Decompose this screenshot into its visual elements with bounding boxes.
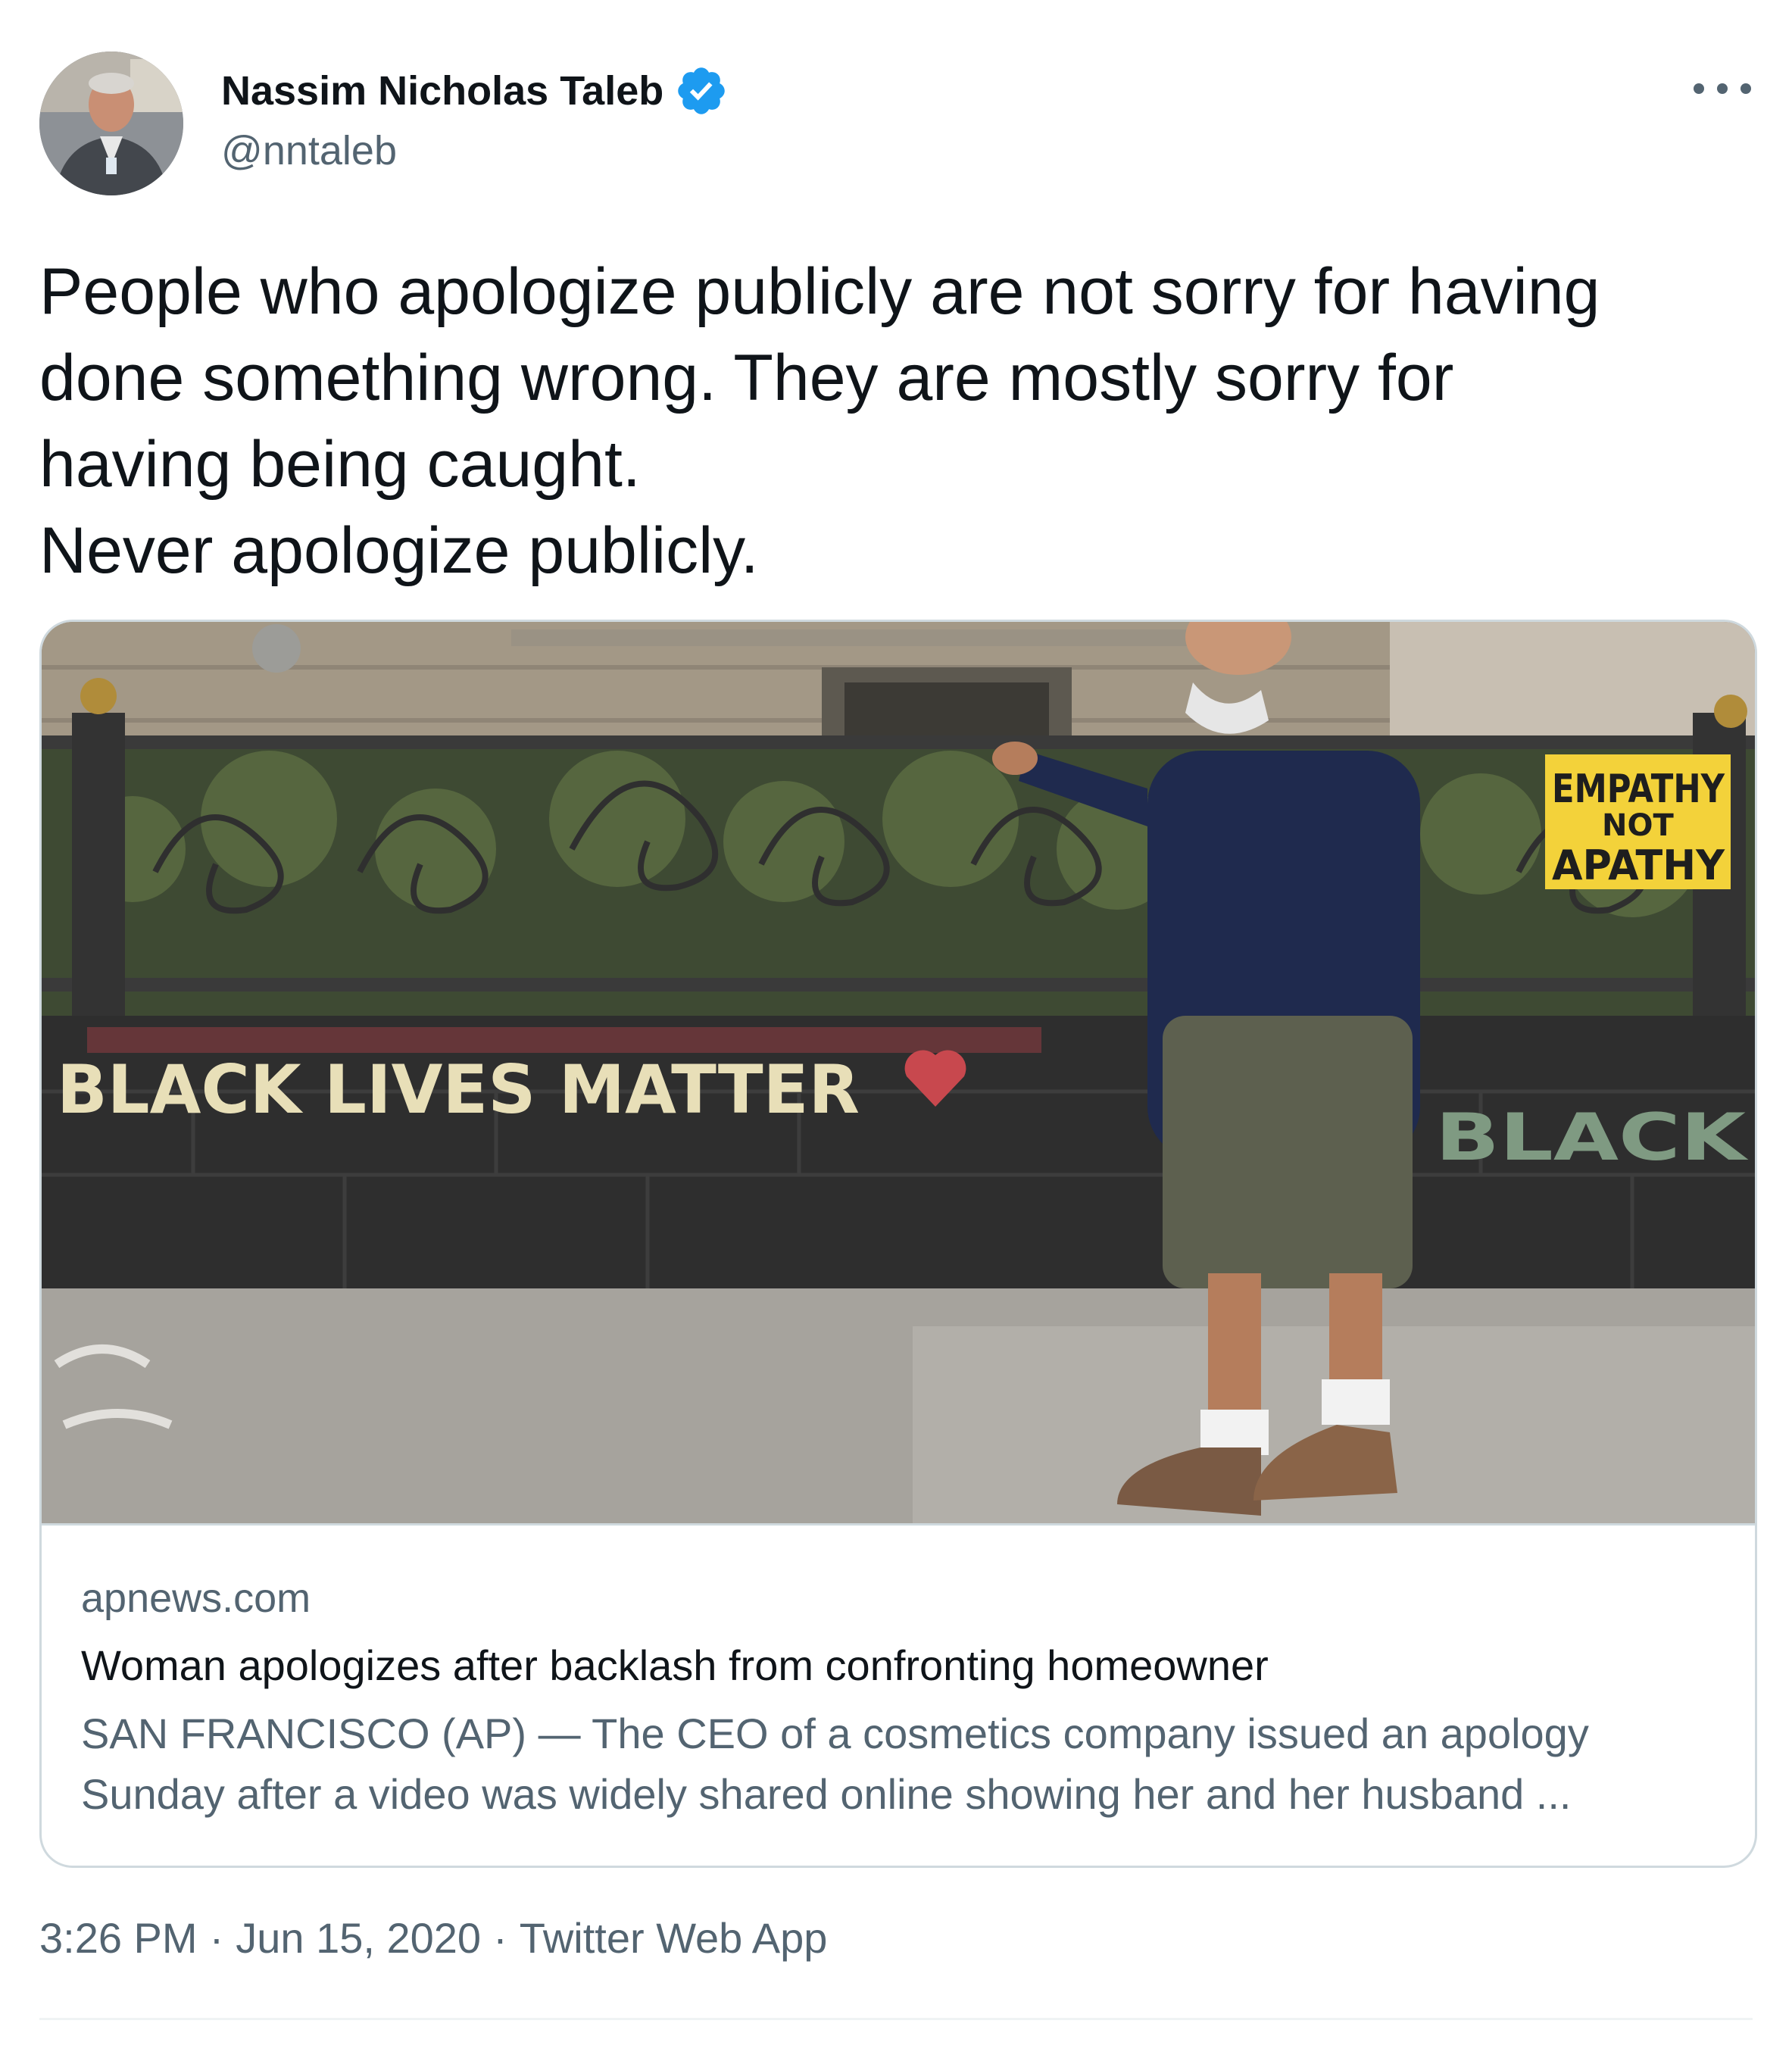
photo-sign-line1: EMPATHY — [1552, 767, 1725, 812]
tweet-text-line: done something wrong. They are mostly so… — [39, 342, 1454, 414]
card-divider — [42, 1523, 1755, 1526]
photo-sign-line2: NOT — [1602, 808, 1674, 843]
meta-separator: · — [209, 1914, 224, 1962]
tweet-source[interactable]: Twitter Web App — [520, 1914, 828, 1962]
tweet-time[interactable]: 3:26 PM — [39, 1914, 198, 1962]
card-description-line: Sunday after a video was widely shared o… — [81, 1770, 1572, 1818]
tweet-date[interactable]: Jun 15, 2020 — [236, 1914, 481, 1962]
tweet-text-line: Never apologize publicly. — [39, 514, 759, 587]
author-name[interactable]: Nassim Nicholas Taleb — [221, 67, 663, 114]
card-domain: apnews.com — [81, 1576, 311, 1621]
card-photo[interactable]: BLACK LIVES MATTER BLACK EMPATHY NOT APA… — [42, 622, 1755, 1523]
tweet: Nassim Nicholas Taleb @nntaleb People wh… — [0, 0, 1792, 2058]
link-preview-card[interactable]: BLACK LIVES MATTER BLACK EMPATHY NOT APA… — [39, 620, 1757, 1868]
tweet-text-line: having being caught. — [39, 428, 641, 501]
photo-wall-text-right: BLACK — [1435, 1100, 1749, 1176]
verified-badge-icon — [678, 67, 725, 114]
more-dot — [1717, 83, 1728, 94]
tweet-meta: 3:26 PM · Jun 15, 2020 · Twitter Web App — [39, 1913, 827, 1963]
photo-sign-line3: APATHY — [1552, 842, 1725, 889]
avatar-photo — [39, 52, 183, 195]
more-dot — [1694, 83, 1704, 94]
more-horizontal-icon[interactable] — [1694, 70, 1751, 108]
card-description-line: SAN FRANCISCO (AP) — The CEO of a cosmet… — [81, 1710, 1589, 1757]
bottom-divider — [39, 2018, 1753, 2020]
tweet-text-line: People who apologize publicly are not so… — [39, 255, 1600, 328]
author-avatar[interactable] — [39, 52, 183, 195]
card-title[interactable]: Woman apologizes after backlash from con… — [81, 1641, 1269, 1690]
author-handle[interactable]: @nntaleb — [221, 127, 397, 174]
card-description: SAN FRANCISCO (AP) — The CEO of a cosmet… — [81, 1704, 1725, 1825]
tweet-text: People who apologize publicly are not so… — [39, 248, 1759, 594]
author-name-row[interactable]: Nassim Nicholas Taleb — [221, 64, 729, 118]
more-dot — [1740, 83, 1751, 94]
photo-wall-text-left: BLACK LIVES MATTER — [57, 1051, 860, 1129]
meta-separator: · — [493, 1914, 507, 1962]
